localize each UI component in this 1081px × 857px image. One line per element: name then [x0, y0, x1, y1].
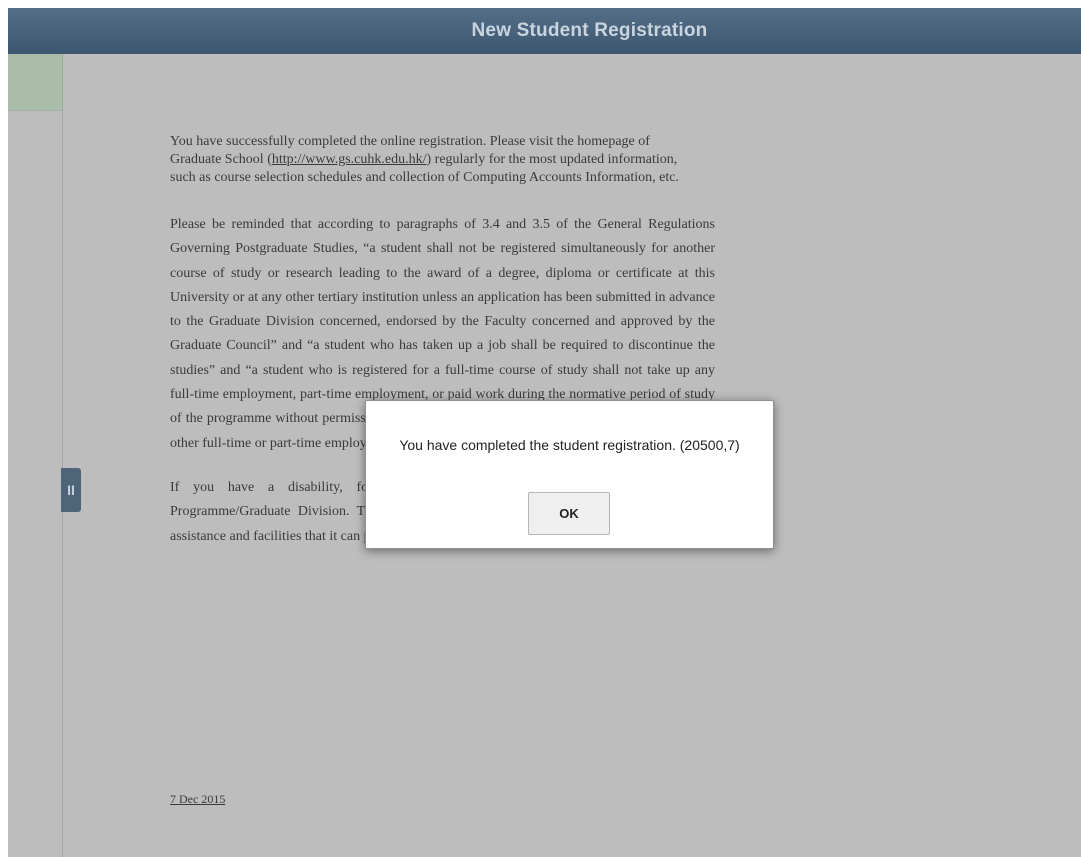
message-dialog: You have completed the student registrat…: [365, 400, 774, 549]
date-link[interactable]: 7 Dec 2015: [170, 792, 225, 807]
pause-icon[interactable]: II: [61, 468, 81, 512]
page-title: New Student Registration: [471, 20, 708, 41]
graduate-school-link[interactable]: http://www.gs.cuhk.edu.hk/: [272, 152, 427, 167]
page-frame: New Student Registration II You have suc…: [8, 8, 1081, 857]
page-header: New Student Registration: [8, 8, 1081, 54]
dialog-message: You have completed the student registrat…: [399, 437, 740, 453]
completion-paragraph: You have successfully completed the onli…: [170, 133, 690, 187]
ok-button[interactable]: OK: [528, 492, 610, 535]
nav-panel-highlight: [8, 54, 62, 111]
left-nav-panel: [8, 54, 63, 857]
